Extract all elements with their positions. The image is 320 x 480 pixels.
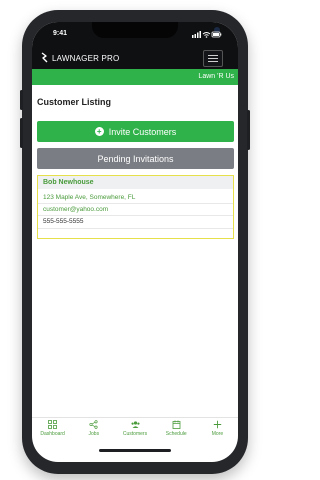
company-name: Lawn 'R Us — [198, 73, 234, 80]
brand-name: LAWNAGER PRO — [52, 54, 120, 63]
tab-label: Jobs — [88, 431, 100, 437]
invite-customers-button[interactable]: + Invite Customers — [37, 121, 234, 142]
tab-label: Customers — [122, 431, 148, 437]
page-title: Customer Listing — [37, 97, 112, 107]
tab-more[interactable]: More — [197, 418, 238, 441]
signal-wifi-battery-icon — [192, 31, 222, 38]
pending-label: Pending Invitations — [97, 153, 174, 164]
lawnager-logo-icon — [41, 52, 48, 63]
company-bar: Lawn 'R Us — [32, 69, 238, 85]
plus-icon — [213, 420, 222, 429]
phone-side-button — [247, 110, 250, 150]
app-header: LAWNAGER PRO — [32, 47, 238, 69]
divider — [38, 203, 233, 204]
customer-email[interactable]: customer@yahoo.com — [43, 206, 108, 213]
menu-button[interactable] — [203, 50, 223, 67]
bottom-tab-bar: Dashboard Jobs Customers Schedule More — [32, 417, 238, 441]
divider — [38, 215, 233, 216]
share-icon — [89, 420, 98, 429]
tab-jobs[interactable]: Jobs — [73, 418, 114, 441]
customer-card[interactable]: Bob Newhouse 123 Maple Ave, Somewhere, F… — [37, 175, 234, 239]
status-time: 9:41 — [53, 30, 68, 37]
status-bar: 9:41 — [32, 22, 238, 47]
plus-circle-icon: + — [94, 127, 104, 136]
home-indicator[interactable] — [99, 449, 171, 452]
invite-label: Invite Customers — [108, 126, 177, 137]
customer-phone[interactable]: 555-555-5555 — [43, 218, 83, 225]
tab-customers[interactable]: Customers — [114, 418, 155, 441]
tab-schedule[interactable]: Schedule — [156, 418, 197, 441]
tab-label: Schedule — [165, 431, 187, 437]
divider — [38, 228, 233, 229]
phone-screen: 9:41 LAWNAGER PRO Lawn 'R Us Customer Li… — [32, 22, 238, 462]
customer-address[interactable]: 123 Maple Ave, Somewhere, FL — [43, 194, 135, 201]
calendar-icon — [172, 420, 181, 429]
users-icon — [131, 421, 139, 428]
pending-invitations-button[interactable]: Pending Invitations — [37, 148, 234, 169]
tab-dashboard[interactable]: Dashboard — [32, 418, 73, 441]
tab-label: More — [211, 431, 224, 437]
customer-card-header: Bob Newhouse — [38, 176, 233, 189]
hamburger-icon — [208, 55, 218, 56]
customer-name[interactable]: Bob Newhouse — [43, 179, 94, 186]
phone-side-button — [20, 90, 23, 110]
phone-side-button — [20, 118, 23, 148]
notch — [92, 22, 220, 38]
grid-icon — [48, 420, 57, 429]
tab-label: Dashboard — [40, 431, 65, 437]
